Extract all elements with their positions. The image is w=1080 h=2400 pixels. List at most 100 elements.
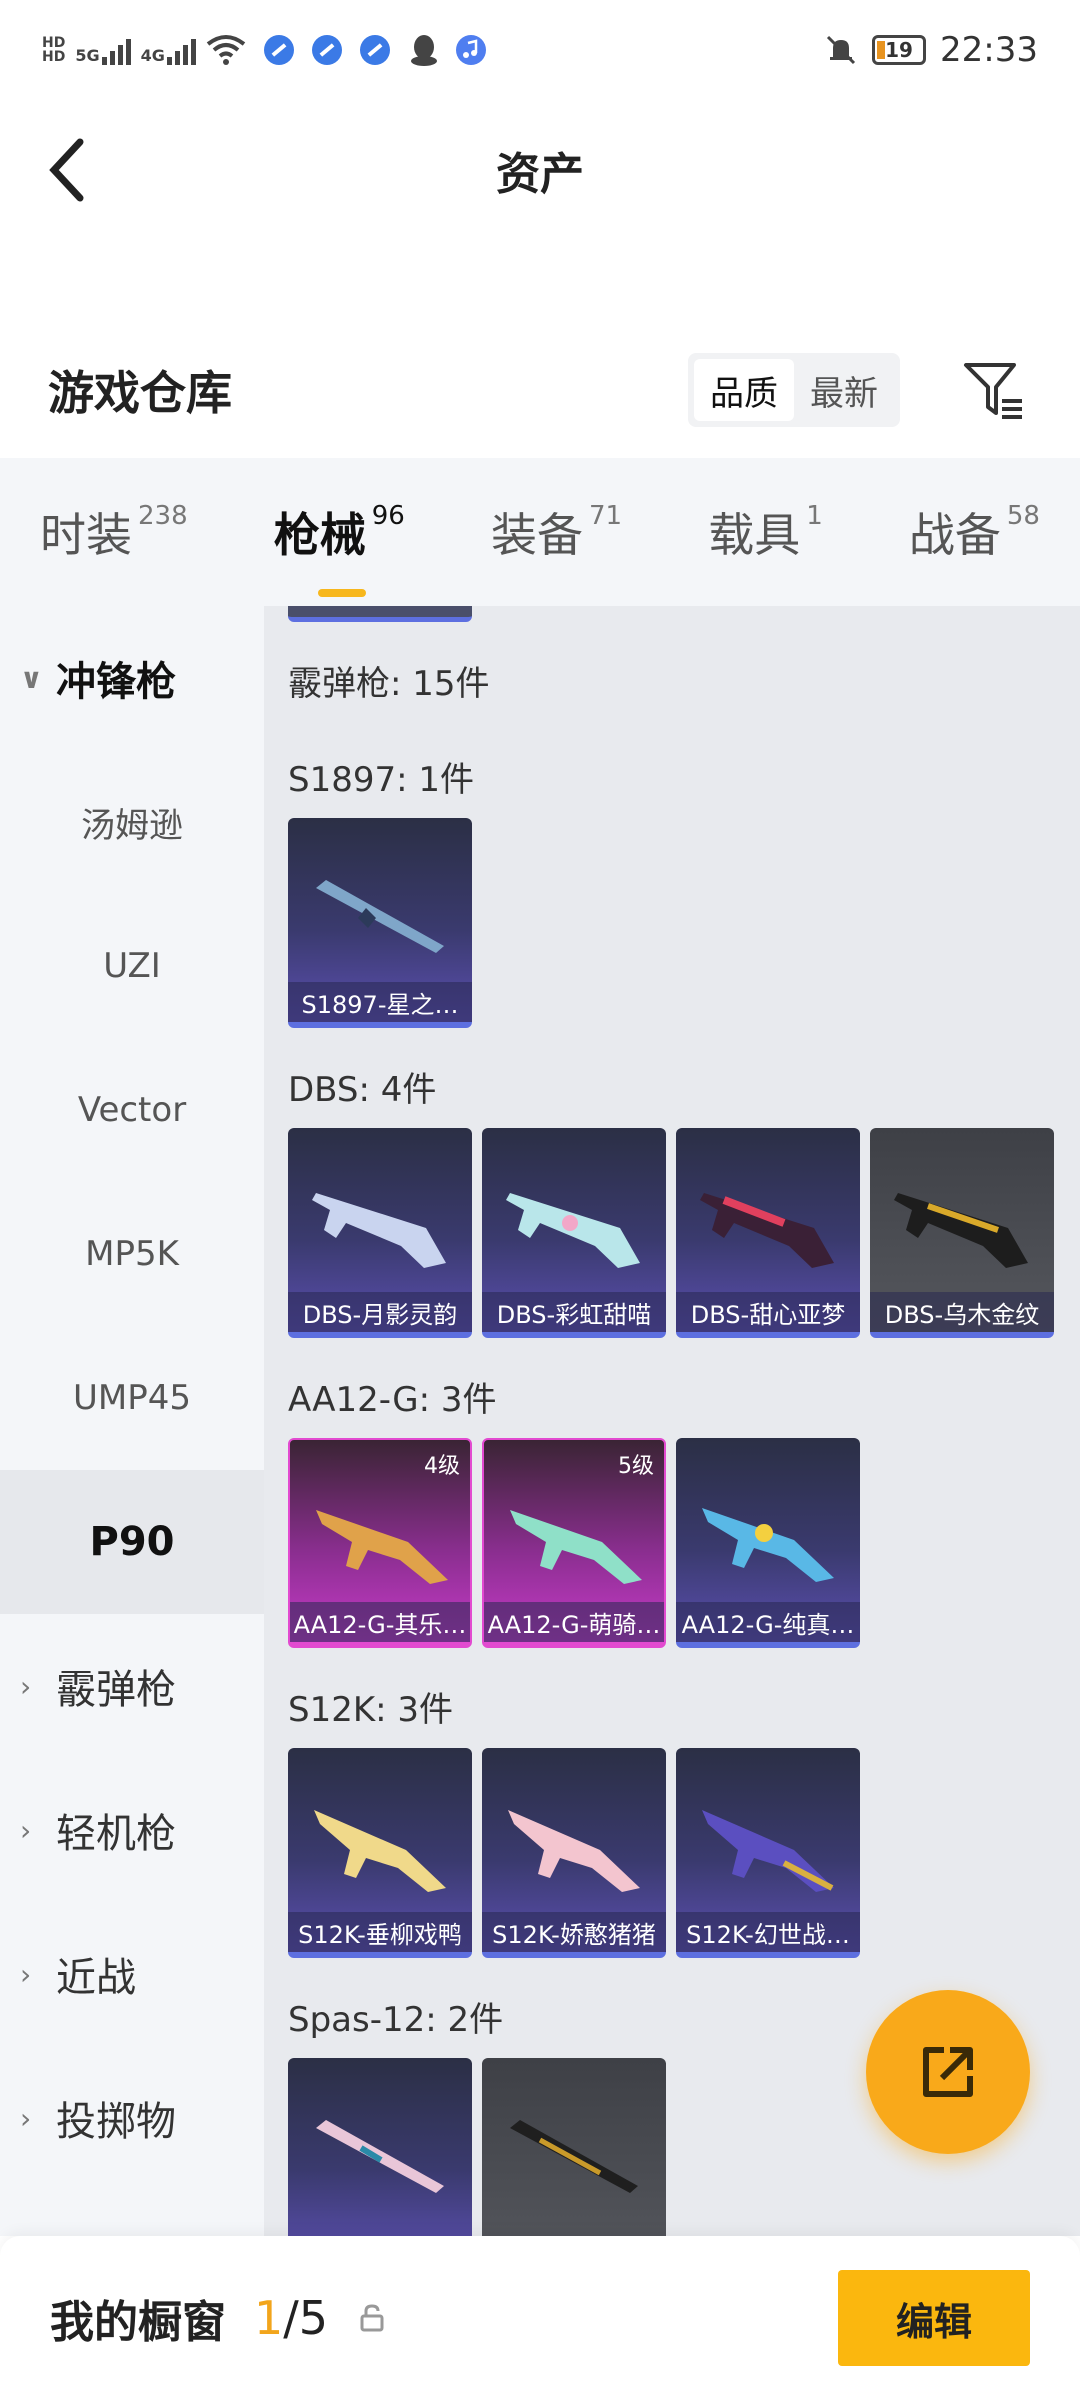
tab-count: 71 bbox=[588, 501, 623, 531]
weapon-card-name: DBS-乌木金纹 bbox=[870, 1292, 1054, 1332]
weapon-card[interactable] bbox=[288, 2058, 472, 2236]
weapon-sidebar: ∨ 冲锋枪 汤姆逊 UZI Vector MP5K UMP45 P90 › 霰弹… bbox=[0, 606, 264, 2236]
rifle-icon bbox=[314, 1810, 446, 1892]
shotgun-icon bbox=[316, 880, 444, 953]
sort-quality-button[interactable]: 品质 bbox=[694, 359, 794, 421]
sort-newest-button[interactable]: 最新 bbox=[794, 359, 894, 421]
back-arrow-icon[interactable] bbox=[40, 130, 100, 210]
weapon-card[interactable]: S1897-星之… bbox=[288, 818, 472, 1028]
weapon-card[interactable]: S12K-幻世战… bbox=[676, 1748, 860, 1958]
status-right: 19 22:33 bbox=[824, 30, 1038, 70]
tab-label: 枪械 bbox=[273, 508, 366, 562]
section-title: DBS: 4件 bbox=[288, 1070, 437, 1110]
chevron-right-icon: › bbox=[20, 1813, 32, 1847]
weapon-card[interactable]: DBS-甜心亚梦 bbox=[676, 1128, 860, 1338]
card-row bbox=[288, 2058, 666, 2236]
tab-fashion[interactable]: 时装 238 bbox=[40, 499, 188, 565]
sidebar-item-thompson[interactable]: 汤姆逊 bbox=[0, 750, 264, 894]
hd-indicator: HD HD bbox=[42, 36, 65, 64]
level-badge: 5级 bbox=[618, 1454, 654, 1479]
app-header: 资产 bbox=[0, 100, 1080, 240]
weapon-card-name: DBS-甜心亚梦 bbox=[676, 1292, 860, 1332]
tab-count: 96 bbox=[371, 501, 405, 531]
sidebar-item-ump45[interactable]: UMP45 bbox=[0, 1326, 264, 1470]
lock-icon bbox=[360, 2304, 384, 2332]
showcase-total: 5 bbox=[298, 2291, 329, 2345]
signal-4g-icon: 4G bbox=[141, 35, 196, 65]
level-badge: 4级 bbox=[424, 1454, 460, 1479]
edit-button[interactable]: 编辑 bbox=[838, 2270, 1030, 2366]
weapon-card[interactable]: 4级 AA12-G-其乐… bbox=[288, 1438, 472, 1648]
card-row: DBS-月影灵韵 DBS-彩虹甜喵 DBS-甜心亚梦 DBS-乌木金纹 bbox=[288, 1128, 1054, 1338]
sidebar-category-smg[interactable]: ∨ 冲锋枪 bbox=[0, 606, 264, 750]
weapon-card-name: S12K-垂柳戏鸭 bbox=[288, 1912, 472, 1952]
net-5g-text: 5G bbox=[75, 46, 100, 65]
status-left: HD HD 5G 4G bbox=[42, 33, 824, 67]
section-title: S12K: 3件 bbox=[288, 1690, 454, 1730]
sidebar-category-melee[interactable]: › 近战 bbox=[0, 1902, 264, 2046]
sidebar-item-uzi[interactable]: UZI bbox=[0, 894, 264, 1038]
weapon-card[interactable]: DBS-乌木金纹 bbox=[870, 1128, 1054, 1338]
signal-5g-icon: 5G bbox=[75, 35, 131, 65]
weapon-card[interactable]: 5级 AA12-G-萌骑… bbox=[482, 1438, 666, 1648]
sidebar-item-vector[interactable]: Vector bbox=[0, 1038, 264, 1182]
weapon-card[interactable]: DBS-月影灵韵 bbox=[288, 1128, 472, 1338]
music-icon bbox=[455, 35, 486, 65]
tab-label: 载具 bbox=[708, 508, 801, 562]
app-notify-icon bbox=[311, 35, 342, 65]
group-title: 霰弹枪: 15件 bbox=[288, 664, 490, 704]
weapon-card[interactable]: DBS-彩虹甜喵 bbox=[482, 1128, 666, 1338]
tab-label: 装备 bbox=[490, 508, 583, 562]
weapon-card-name: S1897-星之… bbox=[288, 982, 472, 1022]
sidebar-category-label: 投掷物 bbox=[56, 2099, 176, 2145]
tab-count: 238 bbox=[138, 501, 188, 531]
hd2-text: HD bbox=[42, 49, 66, 65]
showcase-count: 1/5 bbox=[254, 2291, 328, 2345]
weapon-card-name: AA12-G-萌骑… bbox=[484, 1602, 664, 1642]
sidebar-category-label: 轻机枪 bbox=[56, 1811, 176, 1857]
filter-icon[interactable] bbox=[960, 357, 1026, 423]
sidebar-category-label: 近战 bbox=[56, 1955, 136, 2001]
tab-label: 时装 bbox=[40, 508, 132, 562]
app-notify-icon bbox=[263, 35, 294, 65]
sidebar-item-mp5k[interactable]: MP5K bbox=[0, 1182, 264, 1326]
clock-time: 22:33 bbox=[940, 30, 1038, 70]
weapon-card-name: DBS-月影灵韵 bbox=[288, 1292, 472, 1332]
previous-card-stub bbox=[288, 606, 472, 622]
tab-label: 战备 bbox=[908, 508, 1001, 562]
weapon-card[interactable]: AA12-G-纯真… bbox=[676, 1438, 860, 1648]
sidebar-item-p90[interactable]: P90 bbox=[0, 1470, 264, 1614]
shotgun-icon bbox=[316, 2120, 444, 2193]
weapon-card-name: S12K-娇憨猪猪 bbox=[482, 1912, 666, 1952]
tab-supplies[interactable]: 战备 58 bbox=[909, 499, 1040, 565]
card-row: S1897-星之… bbox=[288, 818, 472, 1028]
rifle-icon bbox=[510, 1510, 642, 1584]
rifle-icon bbox=[702, 1508, 834, 1582]
weapon-card[interactable]: S12K-垂柳戏鸭 bbox=[288, 1748, 472, 1958]
tab-equipment[interactable]: 装备 71 bbox=[491, 499, 622, 565]
section-title: Spas-12: 2件 bbox=[288, 2000, 504, 2040]
shotgun-icon bbox=[894, 1193, 1028, 1268]
rifle-icon bbox=[702, 1810, 834, 1892]
tab-vehicles[interactable]: 载具 1 bbox=[708, 499, 823, 565]
tab-firearms[interactable]: 枪械 96 bbox=[273, 499, 405, 597]
showcase-label: 我的橱窗 bbox=[50, 2297, 226, 2348]
rifle-icon bbox=[508, 1810, 640, 1892]
category-tabs: 时装 238 枪械 96 装备 71 载具 1 战备 58 bbox=[0, 458, 1080, 606]
sidebar-category-label: 霰弹枪 bbox=[56, 1667, 176, 1713]
sidebar-category-shotgun[interactable]: › 霰弹枪 bbox=[0, 1614, 264, 1758]
tab-count: 58 bbox=[1006, 501, 1040, 531]
sidebar-category-lmg[interactable]: › 轻机枪 bbox=[0, 1758, 264, 1902]
app-notify-icon bbox=[359, 35, 390, 65]
share-fab-button[interactable] bbox=[866, 1990, 1030, 2154]
sidebar-category-throwable[interactable]: › 投掷物 bbox=[0, 2046, 264, 2190]
qq-icon bbox=[410, 35, 437, 66]
weapon-card[interactable] bbox=[482, 2058, 666, 2236]
showcase-bar: 我的橱窗 1/5 编辑 bbox=[0, 2236, 1080, 2400]
weapon-card[interactable]: S12K-娇憨猪猪 bbox=[482, 1748, 666, 1958]
weapon-card-name: S12K-幻世战… bbox=[676, 1912, 860, 1952]
card-row: S12K-垂柳戏鸭 S12K-娇憨猪猪 S12K-幻世战… bbox=[288, 1748, 860, 1958]
card-row: 4级 AA12-G-其乐… 5级 AA12-G-萌骑… AA12-G-纯真… bbox=[288, 1438, 860, 1648]
warehouse-title: 游戏仓库 bbox=[48, 366, 232, 420]
section-title: S1897: 1件 bbox=[288, 760, 475, 800]
